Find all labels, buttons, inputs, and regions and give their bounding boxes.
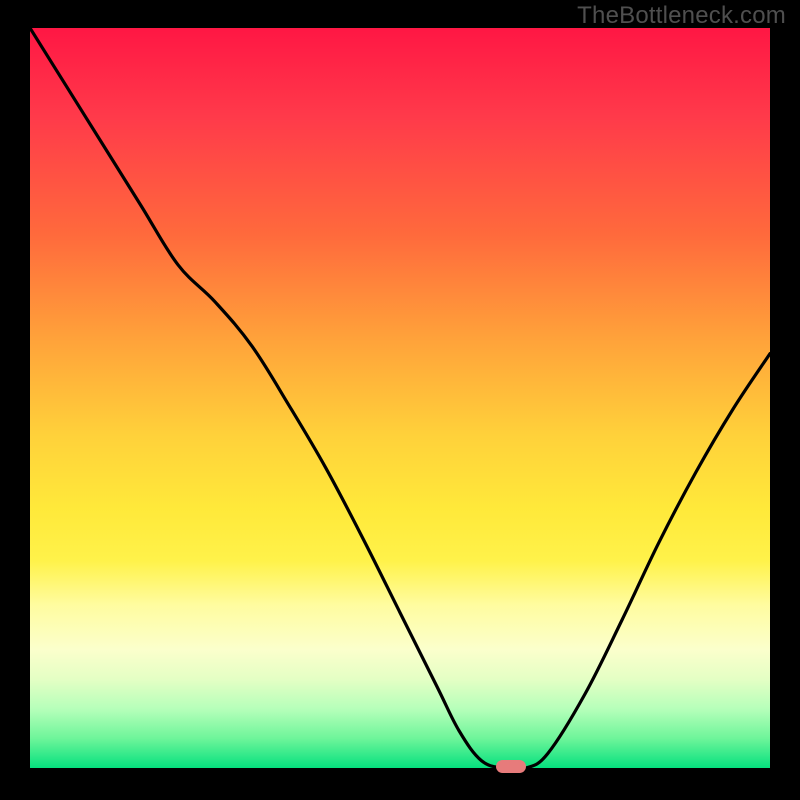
watermark-text: TheBottleneck.com — [577, 2, 786, 30]
optimal-marker — [496, 760, 526, 773]
plot-area — [30, 28, 770, 768]
chart-container: TheBottleneck.com — [0, 0, 800, 800]
